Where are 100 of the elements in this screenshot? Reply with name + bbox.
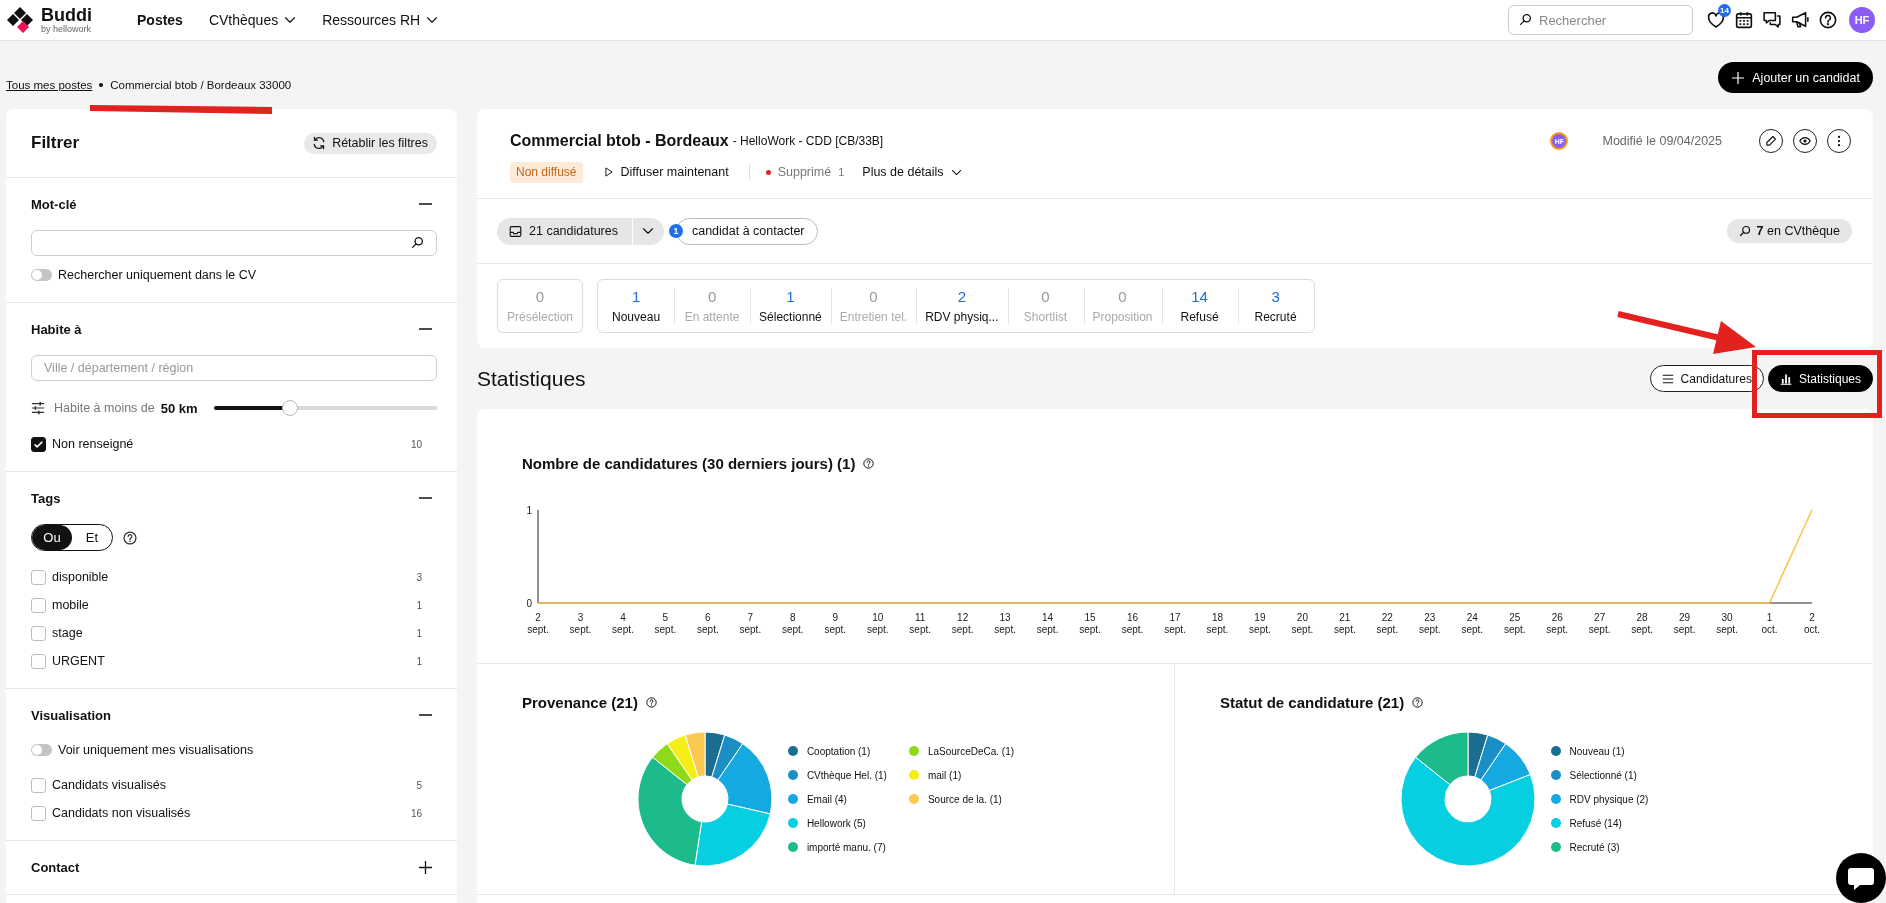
cvtheque-button[interactable]: 7 en CVthèque (1726, 219, 1852, 243)
nav-link[interactable]: CVthèques (195, 5, 310, 35)
x-tick-label: 9 sept. (824, 612, 847, 635)
publish-button[interactable]: Diffuser maintenant (603, 161, 729, 183)
chat-icon[interactable] (1763, 11, 1781, 29)
pipeline-stage[interactable]: 14 Refusé (1161, 280, 1238, 332)
breadcrumb-link[interactable]: Tous mes postes (6, 79, 93, 91)
nav-link[interactable]: Ressources RH (309, 5, 452, 35)
help-icon[interactable] (863, 457, 875, 469)
help-icon[interactable] (1819, 11, 1837, 29)
checkbox-label: URGENT (52, 654, 105, 668)
x-tick-label: 2 sept. (527, 612, 549, 635)
chart-title: Statut de candidature (21) (1220, 693, 1405, 711)
checkbox[interactable] (31, 777, 46, 793)
calendar-icon[interactable] (1735, 11, 1753, 29)
checkbox-label: stage (52, 626, 83, 640)
count-label: 10 (410, 438, 422, 450)
count-label: 5 (416, 779, 422, 791)
add-candidate-button[interactable]: Ajouter un candidat (1718, 62, 1873, 93)
pipeline-stage[interactable]: 2 RDV physiq... (916, 280, 1008, 332)
x-tick-label: 14 sept. (1036, 612, 1059, 635)
chat-button[interactable] (1836, 853, 1886, 903)
details-button[interactable]: Plus de détails (862, 161, 962, 183)
legend-label: Nouveau (1) (1569, 745, 1625, 757)
user-avatar[interactable]: HF (1849, 7, 1875, 33)
segment-option[interactable]: Et (72, 525, 112, 550)
refresh-icon (312, 136, 327, 150)
y-tick-label: 1 (526, 504, 532, 516)
toggle-switch[interactable] (31, 269, 52, 281)
toggle-label: Rechercher uniquement dans le CV (58, 268, 257, 282)
chevron-down-icon (642, 225, 655, 237)
legend-label: Email (4) (806, 793, 847, 805)
legend-label: Sélectionné (1) (1569, 769, 1637, 781)
input-field[interactable]: Ville / département / région (31, 355, 437, 381)
plus-icon[interactable] (419, 860, 432, 874)
plus-icon (1732, 71, 1745, 84)
legend-label: Hellowork (5) (806, 817, 866, 829)
checkbox[interactable] (31, 625, 46, 641)
search-icon (1519, 13, 1532, 26)
dropdown-button[interactable] (631, 217, 664, 245)
checkbox[interactable] (31, 597, 46, 613)
checkbox[interactable] (31, 653, 46, 669)
x-tick-label: 19 sept. (1249, 612, 1271, 635)
legend-label: Cooptation (1) (806, 745, 871, 757)
legend-label: Refusé (14) (1569, 817, 1622, 829)
view-toggle-button[interactable]: Statistiques (1767, 365, 1873, 392)
sliders-icon (31, 401, 45, 415)
legend-label: Recruté (3) (1569, 841, 1620, 853)
x-tick-label: 1 oct. (1761, 612, 1778, 635)
checkbox-label: disponible (52, 570, 109, 584)
slider-label: Habite à moins de (54, 401, 155, 415)
x-tick-label: 23 sept. (1418, 612, 1441, 635)
x-tick-label: 25 sept. (1503, 612, 1526, 635)
toggle-switch[interactable] (31, 744, 52, 756)
checkbox[interactable] (31, 569, 46, 585)
x-tick-label: 8 sept. (781, 612, 804, 635)
megaphone-icon[interactable] (1791, 11, 1809, 29)
pipeline-stage[interactable]: 3 Recruté (1237, 280, 1314, 332)
search-field[interactable] (31, 230, 437, 256)
checkbox-label: Candidats non visualisés (52, 806, 191, 820)
x-tick-label: 3 sept. (569, 612, 592, 635)
pipeline-stage[interactable]: 1 Nouveau (598, 280, 675, 332)
x-tick-label: 2 oct. (1803, 612, 1821, 635)
checkbox[interactable] (31, 805, 46, 821)
count-label: 1 (416, 599, 422, 611)
count-label: 16 (410, 807, 422, 819)
search-field[interactable]: Rechercher (1508, 5, 1693, 35)
heart-icon[interactable] (1707, 11, 1725, 29)
help-icon[interactable] (123, 530, 137, 545)
section-title: Mot-clé (31, 196, 77, 212)
x-tick-label: 5 sept. (654, 612, 677, 635)
section-heading: Statistiques (477, 366, 586, 391)
view-toggle-button[interactable]: Candidatures (1649, 365, 1764, 392)
x-tick-label: 27 sept. (1588, 612, 1611, 635)
legend-label: importé manu. (7) (806, 841, 886, 853)
toggle-label: Voir uniquement mes visualisations (58, 743, 254, 757)
x-tick-label: 16 sept. (1121, 612, 1144, 635)
search-icon (1738, 225, 1751, 237)
checkbox[interactable] (31, 436, 46, 452)
pipeline-stage[interactable]: 1 Sélectionné (750, 280, 831, 332)
y-tick-label: 0 (526, 597, 532, 609)
reset-filters-button[interactable]: Rétablir les filtres (304, 132, 437, 154)
deleted-filter-button[interactable]: Supprimé 1 (765, 161, 845, 183)
nav-link[interactable]: Postes (124, 5, 196, 35)
checkmark-icon (33, 438, 44, 450)
logo-icon (6, 6, 34, 34)
help-icon[interactable] (1412, 696, 1424, 708)
x-tick-label: 15 sept. (1079, 612, 1101, 635)
slider-thumb[interactable] (281, 400, 298, 416)
job-title: Commercial btob - Bordeaux (510, 132, 729, 150)
x-tick-label: 30 sept. (1716, 612, 1738, 635)
x-tick-label: 21 sept. (1334, 612, 1356, 635)
segment-option[interactable]: Ou (32, 525, 72, 550)
search-icon (411, 236, 424, 249)
section-title: Habite à (31, 321, 82, 337)
help-icon[interactable] (645, 696, 657, 708)
count-label: 1 (416, 627, 422, 639)
applications-button[interactable]: 21 candidatures (497, 217, 632, 245)
section-title: Contact (31, 859, 80, 875)
legend-label: CVthèque Hel. (1) (806, 769, 887, 781)
